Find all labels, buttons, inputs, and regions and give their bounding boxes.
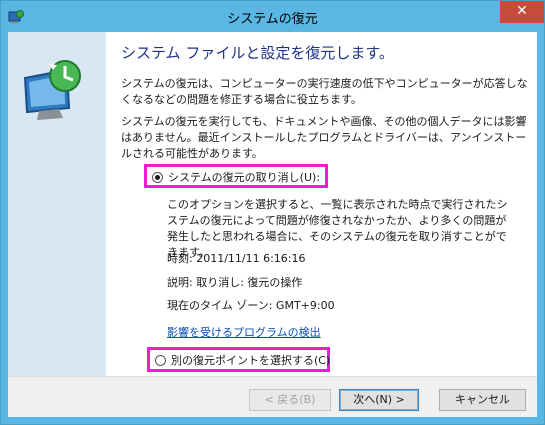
undo-restore-label[interactable]: システムの復元の取り消し(U):: [168, 169, 320, 185]
dialog-client: システム ファイルと設定を復元します。 システムの復元は、コンピューターの実行速…: [8, 32, 537, 417]
undo-restore-radio-row[interactable]: システムの復元の取り消し(U):: [152, 169, 320, 185]
title-bar[interactable]: システムの復元 ✕: [1, 1, 544, 32]
restore-time: 時刻: 2011/11/11 6:16:16: [167, 252, 306, 265]
intro-paragraph: システムの復元は、コンピューターの実行速度の低下やコンピューターが応答しなくなる…: [121, 77, 528, 106]
choose-restore-radio[interactable]: [155, 354, 166, 366]
choose-restore-radio-row[interactable]: 別の復元ポイントを選択する(C): [155, 352, 330, 368]
restore-description: 説明: 取り消し: 復元の操作: [167, 276, 303, 289]
next-button[interactable]: 次へ(N) >: [339, 389, 419, 411]
scan-affected-programs-link[interactable]: 影響を受けるプログラムの検出: [167, 324, 321, 340]
button-bar: < 戻る(B) 次へ(N) > キャンセル: [8, 376, 537, 417]
side-panel: [8, 32, 106, 376]
window-title: システムの復元: [227, 12, 318, 27]
close-button[interactable]: ✕: [500, 1, 544, 23]
system-restore-window: システムの復元 ✕ システム ファイルと設定を復元します。 システムの復元は、コ…: [0, 0, 545, 425]
main-content: システム ファイルと設定を復元します。 システムの復元は、コンピューターの実行速…: [118, 32, 530, 376]
restore-timezone: 現在のタイム ゾーン: GMT+9:00: [167, 299, 335, 312]
undo-restore-radio[interactable]: [152, 171, 163, 183]
undo-restore-option[interactable]: システムの復元の取り消し(U):: [144, 164, 328, 188]
cancel-button[interactable]: キャンセル: [439, 389, 526, 411]
info-paragraph: システムの復元を実行しても、ドキュメントや画像、その他の個人データには影響はあり…: [121, 115, 527, 160]
page-heading: システム ファイルと設定を復元します。: [121, 44, 394, 62]
back-button[interactable]: < 戻る(B): [249, 389, 331, 411]
choose-restore-point-option[interactable]: 別の復元ポイントを選択する(C): [147, 347, 330, 372]
choose-restore-label[interactable]: 別の復元ポイントを選択する(C): [171, 352, 330, 368]
system-restore-monitor-icon: [23, 60, 81, 120]
